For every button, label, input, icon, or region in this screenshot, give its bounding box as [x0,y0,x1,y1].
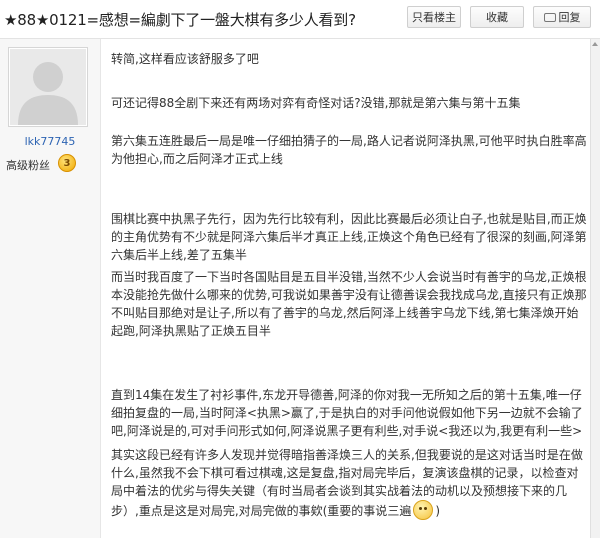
scroll-up-arrow-icon[interactable] [592,42,598,46]
post-paragraph-text: 其实这段已经有许多人发现并觉得暗指善泽焕三人的关系,但我要说的是这对话当时是在做… [111,448,583,518]
thread-title: ★88★0121=感想=編劇下了一盤大棋有多少人看到? [4,11,356,29]
author-username[interactable]: lkk77745 [0,135,100,148]
post-paragraph: 而当时我百度了一下当时各国贴目是五目半没错,当然不少人会说当时有善宇的乌龙,正焕… [111,270,587,338]
post-paragraph-last: 其实这段已经有许多人发现并觉得暗指善泽焕三人的关系,但我要说的是这对话当时是在做… [111,446,587,520]
post-paragraph: 转简,这样看应该舒服多了吧 [111,52,259,66]
avatar[interactable] [8,47,88,127]
thread-header: ★88★0121=感想=編劇下了一盤大棋有多少人看到? 只看楼主 收藏 回复 [0,0,600,39]
only-op-button[interactable]: 只看楼主 [407,6,461,28]
favorite-button[interactable]: 收藏 [470,6,524,28]
post-content: 转简,这样看应该舒服多了吧 可还记得88全剧下来还有两场对弈有奇怪对话?没错,那… [111,39,587,538]
post-paragraph: 直到14集在发生了衬衫事件,东龙开导德善,阿泽的你对我一无所知之后的第十五集,唯… [111,388,583,438]
default-avatar-icon [10,49,86,125]
level-badge-icon: 3 [58,154,76,172]
smile-emoji-icon [413,500,434,520]
reply-icon [543,13,556,22]
post-paragraph: 第六集五连胜最后一局是唯一仔细拍猜子的一局,路人记者说阿泽执黑,可他平时执白胜率… [111,134,587,166]
post-paragraph: 可还记得88全剧下来还有两场对弈有奇怪对话?没错,那就是第六集与第十五集 [111,96,521,110]
scrollbar[interactable] [590,39,600,538]
reply-button[interactable]: 回复 [533,6,591,28]
reply-label: 回复 [558,11,581,24]
author-panel: lkk77745 高级粉丝 3 [0,39,101,538]
author-rank-title: 高级粉丝 [6,159,50,172]
post-paragraph-trailing: ) [435,504,441,518]
post-paragraph: 围棋比赛中执黑子先行，因为先行比较有利，因此比赛最后必须让白子,也就是贴目,而正… [111,212,587,262]
